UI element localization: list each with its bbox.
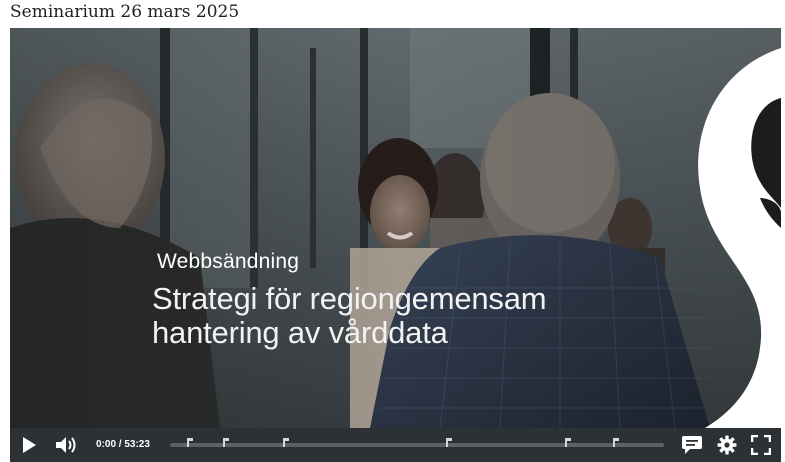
video-title-line-2: hantering av vårddata [152, 315, 448, 350]
chapter-marker[interactable] [613, 438, 619, 447]
video-frame[interactable]: Webbsändning Strategi för regiongemensam… [10, 28, 781, 428]
video-title-line-1: Strategi för regiongemensam [152, 281, 547, 316]
video-title: Strategi för regiongemensam hantering av… [152, 281, 547, 350]
play-icon [23, 437, 36, 453]
gear-icon [717, 435, 737, 455]
chapter-marker[interactable] [187, 438, 193, 447]
player-control-bar: 0:00 / 53:23 [10, 428, 781, 462]
captions-icon [682, 436, 702, 454]
chapter-marker[interactable] [223, 438, 229, 447]
chapter-marker[interactable] [283, 438, 289, 447]
progress-bar[interactable] [170, 438, 664, 447]
chapter-marker[interactable] [446, 438, 452, 447]
s-logo-icon [660, 28, 781, 428]
captions-button[interactable] [679, 428, 705, 462]
volume-button[interactable] [52, 428, 82, 462]
settings-button[interactable] [715, 428, 739, 462]
time-display: 0:00 / 53:23 [96, 439, 150, 450]
play-button[interactable] [16, 428, 42, 462]
video-player[interactable]: Webbsändning Strategi för regiongemensam… [10, 28, 781, 462]
video-subtitle: Webbsändning [157, 250, 300, 273]
volume-icon [56, 437, 76, 453]
fullscreen-icon [751, 435, 771, 455]
chapter-marker[interactable] [565, 438, 571, 447]
fullscreen-button[interactable] [749, 428, 773, 462]
page-heading: Seminarium 26 mars 2025 [10, 2, 240, 22]
